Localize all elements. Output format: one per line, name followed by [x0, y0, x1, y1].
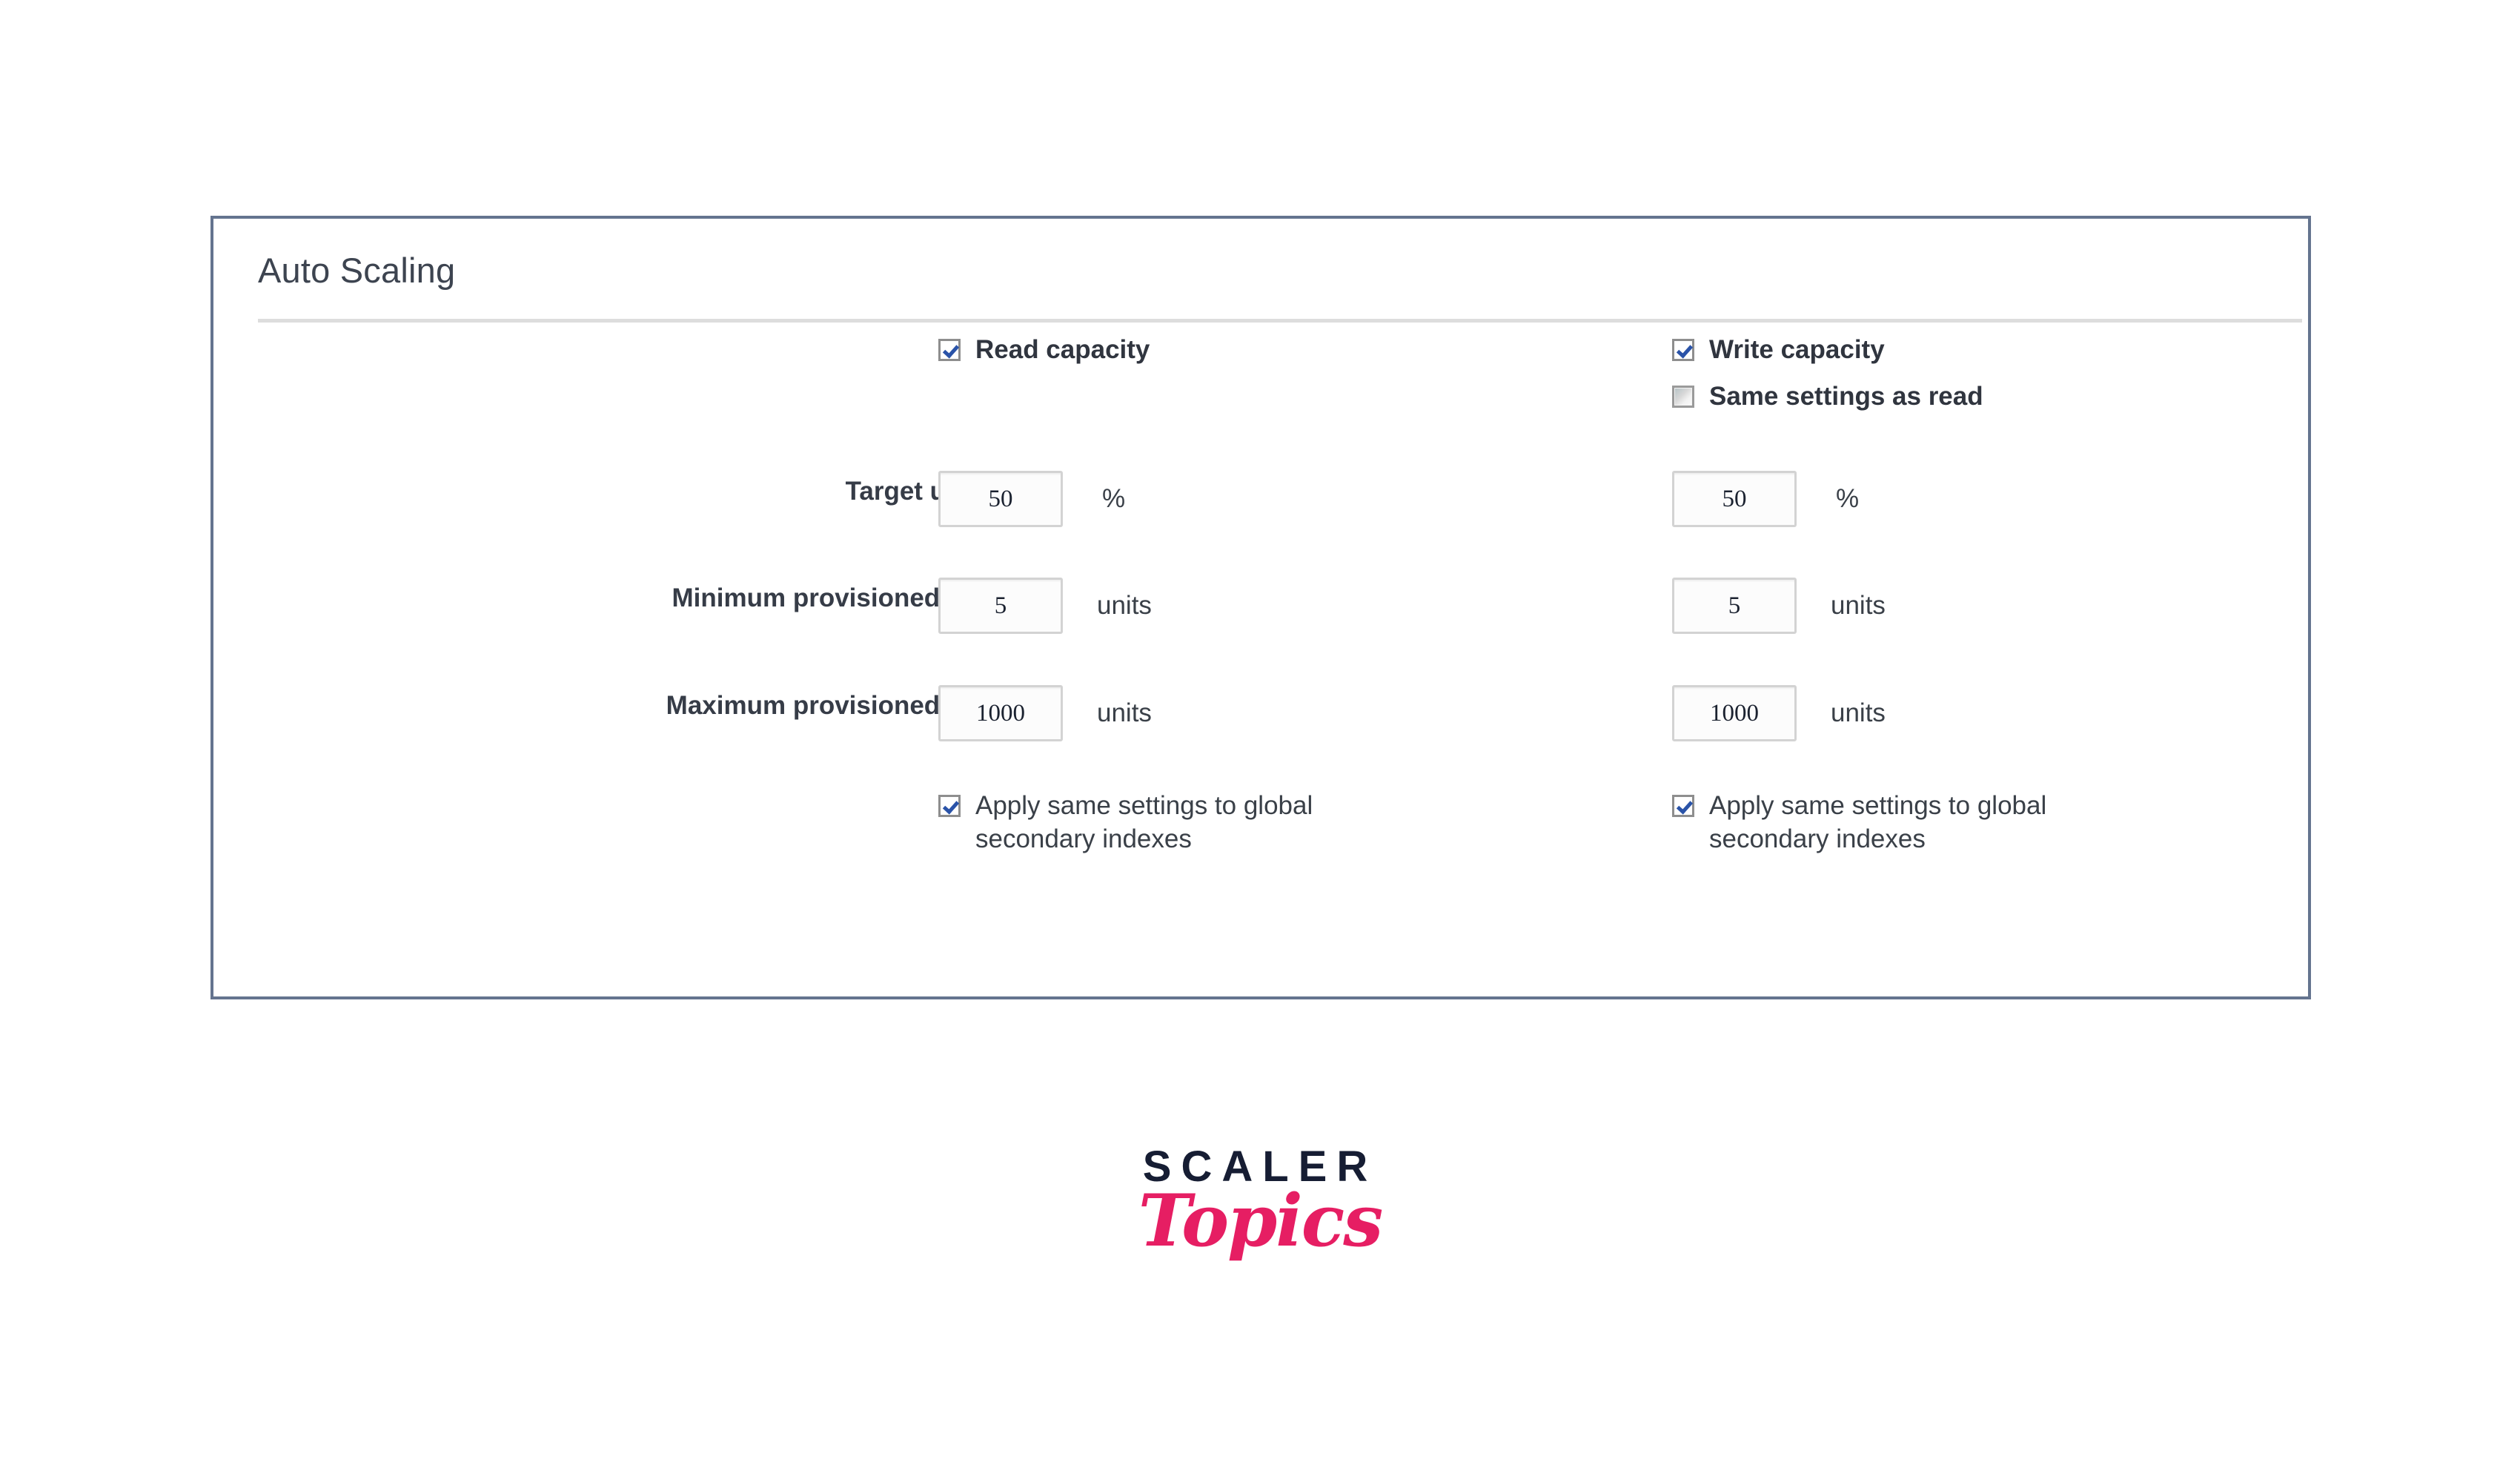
- read-minimum-capacity-input[interactable]: 5: [938, 578, 1063, 634]
- read-capacity-label: Read capacity: [975, 335, 1150, 364]
- write-minimum-capacity-unit: units: [1831, 591, 1886, 620]
- read-apply-gsi-label: Apply same settings to global secondary …: [975, 791, 1313, 853]
- read-maximum-capacity-unit: units: [1097, 698, 1152, 727]
- read-apply-gsi-checkbox-row[interactable]: Apply same settings to global secondary …: [938, 790, 1368, 856]
- read-capacity-checkbox[interactable]: [938, 339, 961, 361]
- same-settings-as-read-label: Same settings as read: [1709, 382, 1983, 411]
- write-capacity-checkbox[interactable]: [1672, 339, 1694, 361]
- write-target-utilization-input[interactable]: 50: [1672, 471, 1797, 527]
- logo-secondary-text: Topics: [1138, 1179, 1384, 1263]
- read-target-utilization-unit: %: [1102, 484, 1126, 513]
- same-settings-as-read-checkbox-row[interactable]: Same settings as read: [1672, 380, 1983, 414]
- title-divider: [258, 319, 2302, 323]
- read-apply-gsi-checkbox[interactable]: [938, 795, 961, 817]
- read-minimum-capacity-unit: units: [1097, 591, 1152, 620]
- scaler-topics-logo: SCALER Topics: [0, 1145, 2520, 1259]
- read-target-utilization-input[interactable]: 50: [938, 471, 1063, 527]
- write-apply-gsi-checkbox[interactable]: [1672, 795, 1694, 817]
- auto-scaling-form: Read capacity Write capacity Same settin…: [213, 334, 2308, 996]
- minimum-capacity-label: Minimum provisioned capacity: [672, 583, 1052, 612]
- same-settings-as-read-checkbox[interactable]: [1672, 386, 1694, 408]
- read-capacity-checkbox-row[interactable]: Read capacity: [938, 334, 1150, 367]
- write-maximum-capacity-unit: units: [1831, 698, 1886, 727]
- write-maximum-capacity-input[interactable]: 1000: [1672, 685, 1797, 741]
- write-apply-gsi-label: Apply same settings to global secondary …: [1709, 791, 2047, 853]
- write-target-utilization-unit: %: [1836, 484, 1860, 513]
- page-title: Auto Scaling: [258, 251, 456, 290]
- write-capacity-checkbox-row[interactable]: Write capacity: [1672, 334, 1885, 367]
- write-apply-gsi-checkbox-row[interactable]: Apply same settings to global secondary …: [1672, 790, 2102, 856]
- maximum-capacity-label: Maximum provisioned capacity: [666, 691, 1051, 720]
- write-capacity-label: Write capacity: [1709, 335, 1885, 364]
- auto-scaling-panel: Auto Scaling Read capacity Write capacit…: [210, 216, 2311, 999]
- read-maximum-capacity-input[interactable]: 1000: [938, 685, 1063, 741]
- target-utilization-label: Target utilization: [845, 477, 1051, 506]
- write-minimum-capacity-input[interactable]: 5: [1672, 578, 1797, 634]
